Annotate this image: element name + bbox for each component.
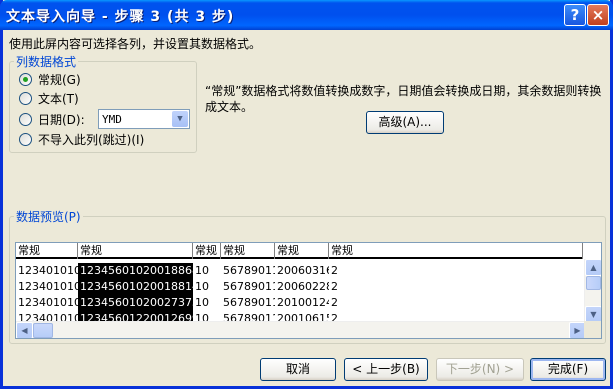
preview-header-cell[interactable]: 常规	[221, 243, 275, 259]
radio-text-indicator[interactable]	[19, 91, 32, 105]
radio-date[interactable]: 日期(D):	[19, 111, 85, 127]
window-title: 文本导入向导 - 步骤 3 (共 3 步)	[6, 9, 235, 25]
date-format-select[interactable]: YMD ▼	[98, 109, 190, 129]
preview-cell[interactable]: 20060228	[275, 279, 329, 295]
chevron-down-icon[interactable]: ▼	[172, 111, 188, 127]
horizontal-scrollbar[interactable]: ◀ ▶	[16, 321, 586, 338]
preview-cell[interactable]: 2	[329, 279, 349, 295]
preview-cell[interactable]: 10	[193, 295, 221, 311]
horizontal-scroll-thumb[interactable]	[33, 323, 53, 338]
text-import-wizard-dialog: 文本导入向导 - 步骤 3 (共 3 步) ? × 使用此屏内容可选择各列，并设…	[0, 0, 613, 389]
radio-general-label: 常规(G)	[38, 72, 81, 87]
preview-header-row: 常规 常规 常规 常规 常规 常规	[16, 243, 583, 259]
preview-header-cell[interactable]: 常规	[16, 243, 78, 259]
radio-date-label: 日期(D):	[38, 112, 85, 127]
preview-cell[interactable]: 56789011	[221, 295, 275, 311]
preview-cell[interactable]: 10	[193, 279, 221, 295]
close-button[interactable]: ×	[587, 4, 609, 26]
radio-text-label: 文本(T)	[38, 91, 79, 106]
preview-header-cell[interactable]: 常规	[193, 243, 221, 259]
preview-cell[interactable]: 2	[329, 295, 349, 311]
data-preview-grid[interactable]: 常规 常规 常规 常规 常规 常规 123401010 123456010200…	[15, 242, 602, 339]
help-button[interactable]: ?	[564, 4, 586, 26]
scroll-left-icon[interactable]: ◀	[16, 322, 33, 338]
vertical-scrollbar[interactable]: ▲ ▼	[584, 259, 601, 323]
preview-cell[interactable]: 123401010	[16, 295, 78, 311]
preview-cell[interactable]: 56789011	[221, 279, 275, 295]
data-preview-legend: 数据预览(P)	[16, 210, 81, 224]
radio-general-indicator[interactable]	[19, 72, 32, 86]
preview-cell[interactable]: 20100124	[275, 295, 329, 311]
preview-cell-selected[interactable]: 123456010200188148	[78, 279, 193, 295]
intro-text: 使用此屏内容可选择各列，并设置其数据格式。	[9, 37, 262, 51]
preview-header-cell[interactable]: 常规	[78, 243, 193, 259]
preview-cell[interactable]: 123401010	[16, 263, 78, 279]
preview-header-cell[interactable]: 常规	[275, 243, 329, 259]
cancel-button[interactable]: 取消	[260, 358, 336, 381]
preview-cell[interactable]: 2	[329, 263, 349, 279]
finish-button[interactable]: 完成(F)	[530, 358, 606, 381]
preview-cell-selected[interactable]: 123456010200273738	[78, 295, 193, 311]
radio-skip-label: 不导入此列(跳过)(I)	[38, 132, 145, 147]
scroll-corner	[584, 321, 601, 338]
preview-cell[interactable]: 10	[193, 263, 221, 279]
radio-skip[interactable]: 不导入此列(跳过)(I)	[19, 131, 144, 147]
preview-cell[interactable]: 123401010	[16, 279, 78, 295]
next-button[interactable]: 下一步(N) >	[436, 358, 524, 381]
title-bar[interactable]: 文本导入向导 - 步骤 3 (共 3 步) ? ×	[0, 0, 613, 30]
date-format-value: YMD	[102, 113, 122, 126]
radio-text[interactable]: 文本(T)	[19, 90, 79, 106]
preview-cell-selected[interactable]: 123456010200188687	[78, 263, 193, 279]
advanced-button[interactable]: 高级(A)...	[366, 111, 444, 134]
preview-cell[interactable]: 56789011	[221, 263, 275, 279]
radio-date-indicator[interactable]	[19, 112, 32, 126]
preview-cell[interactable]: 20060316	[275, 263, 329, 279]
scroll-up-icon[interactable]: ▲	[585, 259, 601, 276]
column-format-legend: 列数据格式	[16, 55, 77, 69]
preview-header-cell[interactable]: 常规	[329, 243, 583, 259]
radio-skip-indicator[interactable]	[19, 132, 32, 146]
vertical-scroll-thumb[interactable]	[586, 276, 601, 290]
back-button[interactable]: < 上一步(B)	[344, 358, 428, 381]
radio-general[interactable]: 常规(G)	[19, 71, 81, 87]
